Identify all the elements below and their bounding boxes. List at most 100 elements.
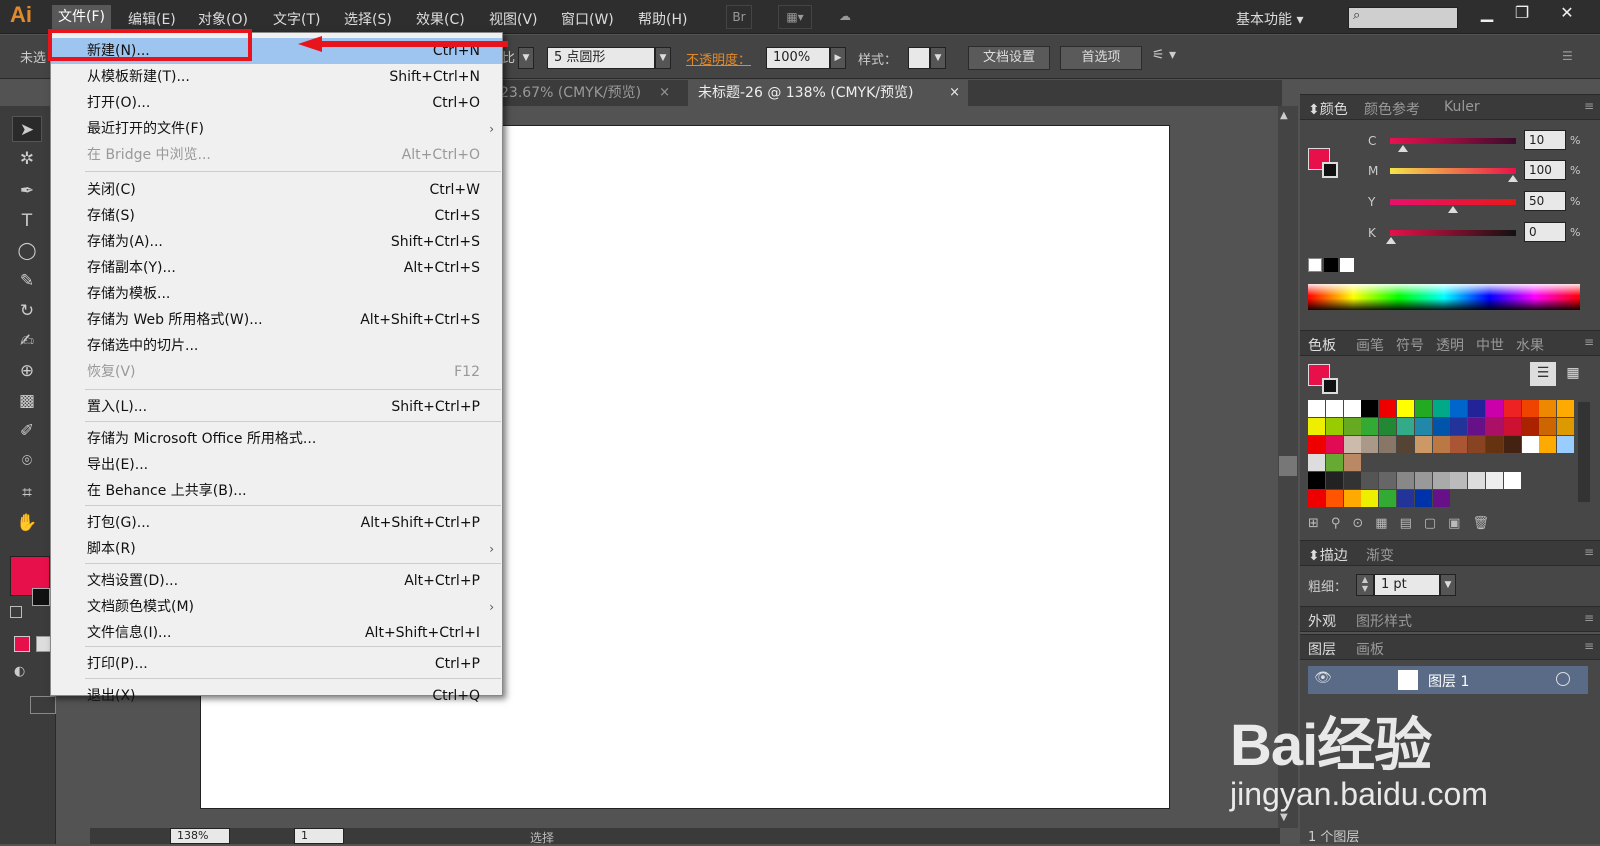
color-swatch[interactable] <box>1557 400 1575 417</box>
color-swatch[interactable] <box>1379 436 1397 453</box>
channel-y-thumb[interactable] <box>1448 206 1458 213</box>
tab-medieval[interactable]: 中世 <box>1476 335 1504 355</box>
color-swatch[interactable] <box>1486 436 1503 453</box>
panel-menu-icon[interactable]: ≡ <box>1584 545 1594 559</box>
color-swatch[interactable] <box>1325 490 1343 507</box>
list-view-icon[interactable]: ☰ <box>1530 362 1556 386</box>
color-swatch[interactable] <box>1379 490 1397 507</box>
color-swatch[interactable] <box>1308 400 1325 417</box>
color-swatch[interactable] <box>1557 436 1575 453</box>
ellipse-tool-icon[interactable]: ◯ <box>12 238 42 264</box>
color-swatch[interactable] <box>1379 418 1397 435</box>
color-swatch[interactable] <box>1414 436 1432 453</box>
color-swatch[interactable] <box>1308 418 1325 435</box>
rotate-tool-icon[interactable]: ↻ <box>12 298 42 324</box>
color-stroke-swatch[interactable] <box>1322 162 1338 178</box>
file-menu-item[interactable]: 脚本(R) › <box>51 536 502 562</box>
color-swatch[interactable] <box>1539 400 1557 417</box>
channel-k-thumb[interactable] <box>1386 237 1396 244</box>
color-swatch[interactable] <box>1325 472 1343 489</box>
sync-icon[interactable]: ☁ <box>830 5 860 29</box>
color-swatch[interactable] <box>1397 418 1414 435</box>
menu-file[interactable]: 文件(F) <box>52 5 111 29</box>
workspace-switcher[interactable]: 基本功能 ▾ <box>1236 9 1303 29</box>
color-swatch[interactable] <box>1450 472 1468 489</box>
visibility-eye-icon[interactable]: 👁 <box>1314 670 1332 686</box>
file-menu-item[interactable]: 存储为模板... <box>51 281 502 307</box>
channel-c-slider[interactable] <box>1390 138 1516 144</box>
page-field[interactable]: 1 <box>294 828 344 844</box>
file-menu-item[interactable]: 置入(L)... Shift+Ctrl+P <box>51 394 502 420</box>
black-color-swatch[interactable] <box>1324 258 1338 272</box>
restore-icon[interactable]: ❐ <box>1505 2 1539 26</box>
color-swatch[interactable] <box>1432 400 1450 417</box>
color-swatch[interactable] <box>1521 400 1539 417</box>
color-swatch[interactable] <box>1325 454 1343 471</box>
file-menu-item[interactable]: 存储为 Web 所用格式(W)... Alt+Shift+Ctrl+S <box>51 307 502 333</box>
tab-layers[interactable]: 图层 <box>1308 639 1336 659</box>
color-swatch[interactable] <box>1503 472 1521 489</box>
artboard-tool-icon[interactable]: ⌗ <box>12 480 42 506</box>
scroll-down-icon[interactable]: ▼ <box>1280 812 1288 823</box>
bridge-button[interactable]: Br <box>726 5 752 29</box>
menu-window[interactable]: 窗口(W) <box>561 9 614 29</box>
grid-view-icon[interactable]: ▦ <box>1560 362 1586 386</box>
color-swatch[interactable] <box>1414 418 1432 435</box>
menu-effect[interactable]: 效果(C) <box>416 9 465 29</box>
channel-m-thumb[interactable] <box>1508 175 1518 182</box>
shape-builder-tool-icon[interactable]: ⊕ <box>12 358 42 384</box>
color-swatch[interactable] <box>1343 454 1361 471</box>
color-swatch[interactable] <box>1557 418 1575 435</box>
selection-tool-icon[interactable]: ➤ <box>12 116 42 142</box>
color-swatch[interactable] <box>1414 490 1432 507</box>
color-swatch[interactable] <box>1432 490 1450 507</box>
brush-dropdown-icon[interactable]: ▼ <box>655 47 671 69</box>
pen-tool-icon[interactable]: ✒ <box>12 178 42 204</box>
arrange-icon[interactable]: ⚟ ▾ <box>1152 47 1176 63</box>
panel-menu-icon[interactable]: ≡ <box>1584 639 1594 653</box>
channel-c-thumb[interactable] <box>1398 145 1408 152</box>
color-swatch[interactable] <box>1397 472 1414 489</box>
document-setup-button[interactable]: 文档设置 <box>968 46 1050 70</box>
color-swatch[interactable] <box>1379 472 1397 489</box>
layer-name[interactable]: 图层 1 <box>1428 671 1469 691</box>
tab-color-guide[interactable]: 颜色参考 <box>1364 99 1420 119</box>
type-tool-icon[interactable]: T <box>12 208 42 234</box>
tab-close-icon[interactable]: × <box>659 80 670 106</box>
color-swatch[interactable] <box>1503 400 1521 417</box>
file-menu-item[interactable]: 文档颜色模式(M) › <box>51 594 502 620</box>
tab-transparency[interactable]: 透明 <box>1436 335 1464 355</box>
color-swatch[interactable] <box>1361 400 1379 417</box>
scroll-thumb[interactable] <box>1279 456 1297 476</box>
tab-color[interactable]: ⬍颜色 <box>1308 99 1348 119</box>
warp-tool-icon[interactable]: ✍ <box>12 328 42 354</box>
file-menu-item[interactable]: 导出(E)... <box>51 452 502 478</box>
layer-row[interactable]: 👁 图层 1 <box>1308 666 1588 694</box>
color-swatch[interactable] <box>1361 490 1379 507</box>
tab-close-icon[interactable]: × <box>949 80 960 106</box>
color-swatch[interactable] <box>1450 418 1468 435</box>
tab-swatches[interactable]: 色板 <box>1308 335 1336 355</box>
zoom-field[interactable]: 138% <box>170 828 230 844</box>
menu-object[interactable]: 对象(O) <box>198 9 248 29</box>
color-swatch[interactable] <box>1539 436 1557 453</box>
panel-menu-icon[interactable]: ≡ <box>1584 335 1594 349</box>
color-swatch[interactable] <box>1397 490 1414 507</box>
color-swatch[interactable] <box>1468 418 1486 435</box>
color-swatch[interactable] <box>1450 400 1468 417</box>
brush-definition-field[interactable]: 5 点圆形 <box>547 47 655 69</box>
color-swatch[interactable] <box>1414 472 1432 489</box>
color-swatch[interactable] <box>1308 472 1325 489</box>
color-swatch[interactable] <box>1468 400 1486 417</box>
color-swatch[interactable] <box>1379 400 1397 417</box>
search-input[interactable]: ⌕ <box>1348 7 1458 29</box>
file-menu-item[interactable]: 打包(G)... Alt+Shift+Ctrl+P <box>51 510 502 536</box>
color-swatch[interactable] <box>1397 436 1414 453</box>
color-swatch[interactable] <box>1503 418 1521 435</box>
color-swatch[interactable] <box>1432 436 1450 453</box>
menu-help[interactable]: 帮助(H) <box>638 9 687 29</box>
magic-wand-tool-icon[interactable]: ✲ <box>12 146 42 172</box>
menu-edit[interactable]: 编辑(E) <box>128 9 176 29</box>
color-swatch[interactable] <box>1308 490 1325 507</box>
tab-kuler[interactable]: Kuler <box>1444 99 1480 115</box>
